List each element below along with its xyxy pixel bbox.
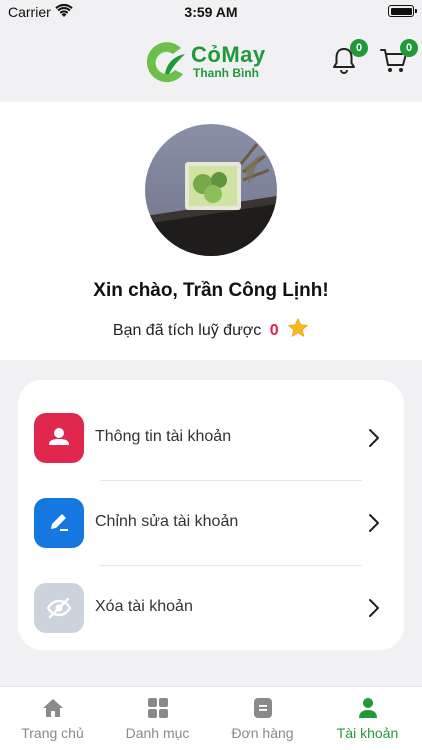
chevron-right-icon <box>369 599 379 617</box>
home-icon <box>43 699 63 717</box>
menu-label: Xóa tài khoản <box>95 598 193 615</box>
menu-label: Thông tin tài khoản <box>95 428 232 445</box>
grid-icon <box>148 698 168 718</box>
points-value: 0 <box>269 322 279 339</box>
avatar-photo <box>145 124 277 256</box>
user-icon <box>359 698 377 718</box>
bottom-tab-bar: Trang chủ Danh mục Đơn hàng Tài khoản <box>0 686 422 750</box>
status-bar: Carrier 3:59 AM <box>0 0 422 24</box>
chevron-right-icon <box>369 514 379 532</box>
logo-name: CỏMay <box>191 42 266 67</box>
notification-badge: 0 <box>350 39 368 57</box>
notifications-button[interactable]: 0 <box>328 39 368 80</box>
tab-categories[interactable]: Danh mục <box>105 687 210 750</box>
tab-label: Trang chủ <box>21 725 84 741</box>
menu-icon-box <box>34 583 84 633</box>
cart-button[interactable]: 0 <box>378 39 418 80</box>
avatar[interactable] <box>145 124 277 256</box>
star-icon <box>288 318 308 337</box>
battery-icon <box>388 5 417 17</box>
menu-item-edit-account[interactable]: Chỉnh sửa tài khoản <box>18 481 404 565</box>
points-label: Bạn đã tích luỹ được <box>112 322 262 339</box>
menu-item-account-info[interactable]: Thông tin tài khoản <box>18 396 404 480</box>
points-summary: Bạn đã tích luỹ được 0 <box>0 317 422 340</box>
tab-home[interactable]: Trang chủ <box>0 687 105 750</box>
tab-account[interactable]: Tài khoản <box>315 687 420 750</box>
user-icon <box>49 428 69 445</box>
eye-off-icon <box>46 597 72 619</box>
greeting-text: Xin chào, Trần Công Lịnh! <box>93 280 329 301</box>
menu-icon-box <box>34 498 84 548</box>
account-menu: Thông tin tài khoản Chỉnh sửa tài khoản … <box>18 380 404 650</box>
brand-logo[interactable]: CỏMay Thanh Bình <box>143 38 283 88</box>
app-header: CỏMay Thanh Bình 0 0 <box>0 24 422 102</box>
tab-label: Tài khoản <box>336 725 399 741</box>
order-icon <box>254 698 272 718</box>
chevron-right-icon <box>369 429 379 447</box>
cart-badge: 0 <box>400 39 418 57</box>
menu-item-delete-account[interactable]: Xóa tài khoản <box>18 566 404 650</box>
tab-label: Danh mục <box>125 725 190 741</box>
tab-label: Đơn hàng <box>231 725 294 741</box>
tab-orders[interactable]: Đơn hàng <box>210 687 315 750</box>
logo-mark-icon <box>146 42 185 83</box>
profile-card: Xin chào, Trần Công Lịnh! Bạn đã tích lu… <box>0 102 422 360</box>
menu-icon-box <box>34 413 84 463</box>
edit-icon <box>51 514 68 531</box>
clock: 3:59 AM <box>184 4 238 20</box>
menu-label: Chỉnh sửa tài khoản <box>95 513 239 530</box>
logo-subtitle: Thanh Bình <box>193 66 259 80</box>
